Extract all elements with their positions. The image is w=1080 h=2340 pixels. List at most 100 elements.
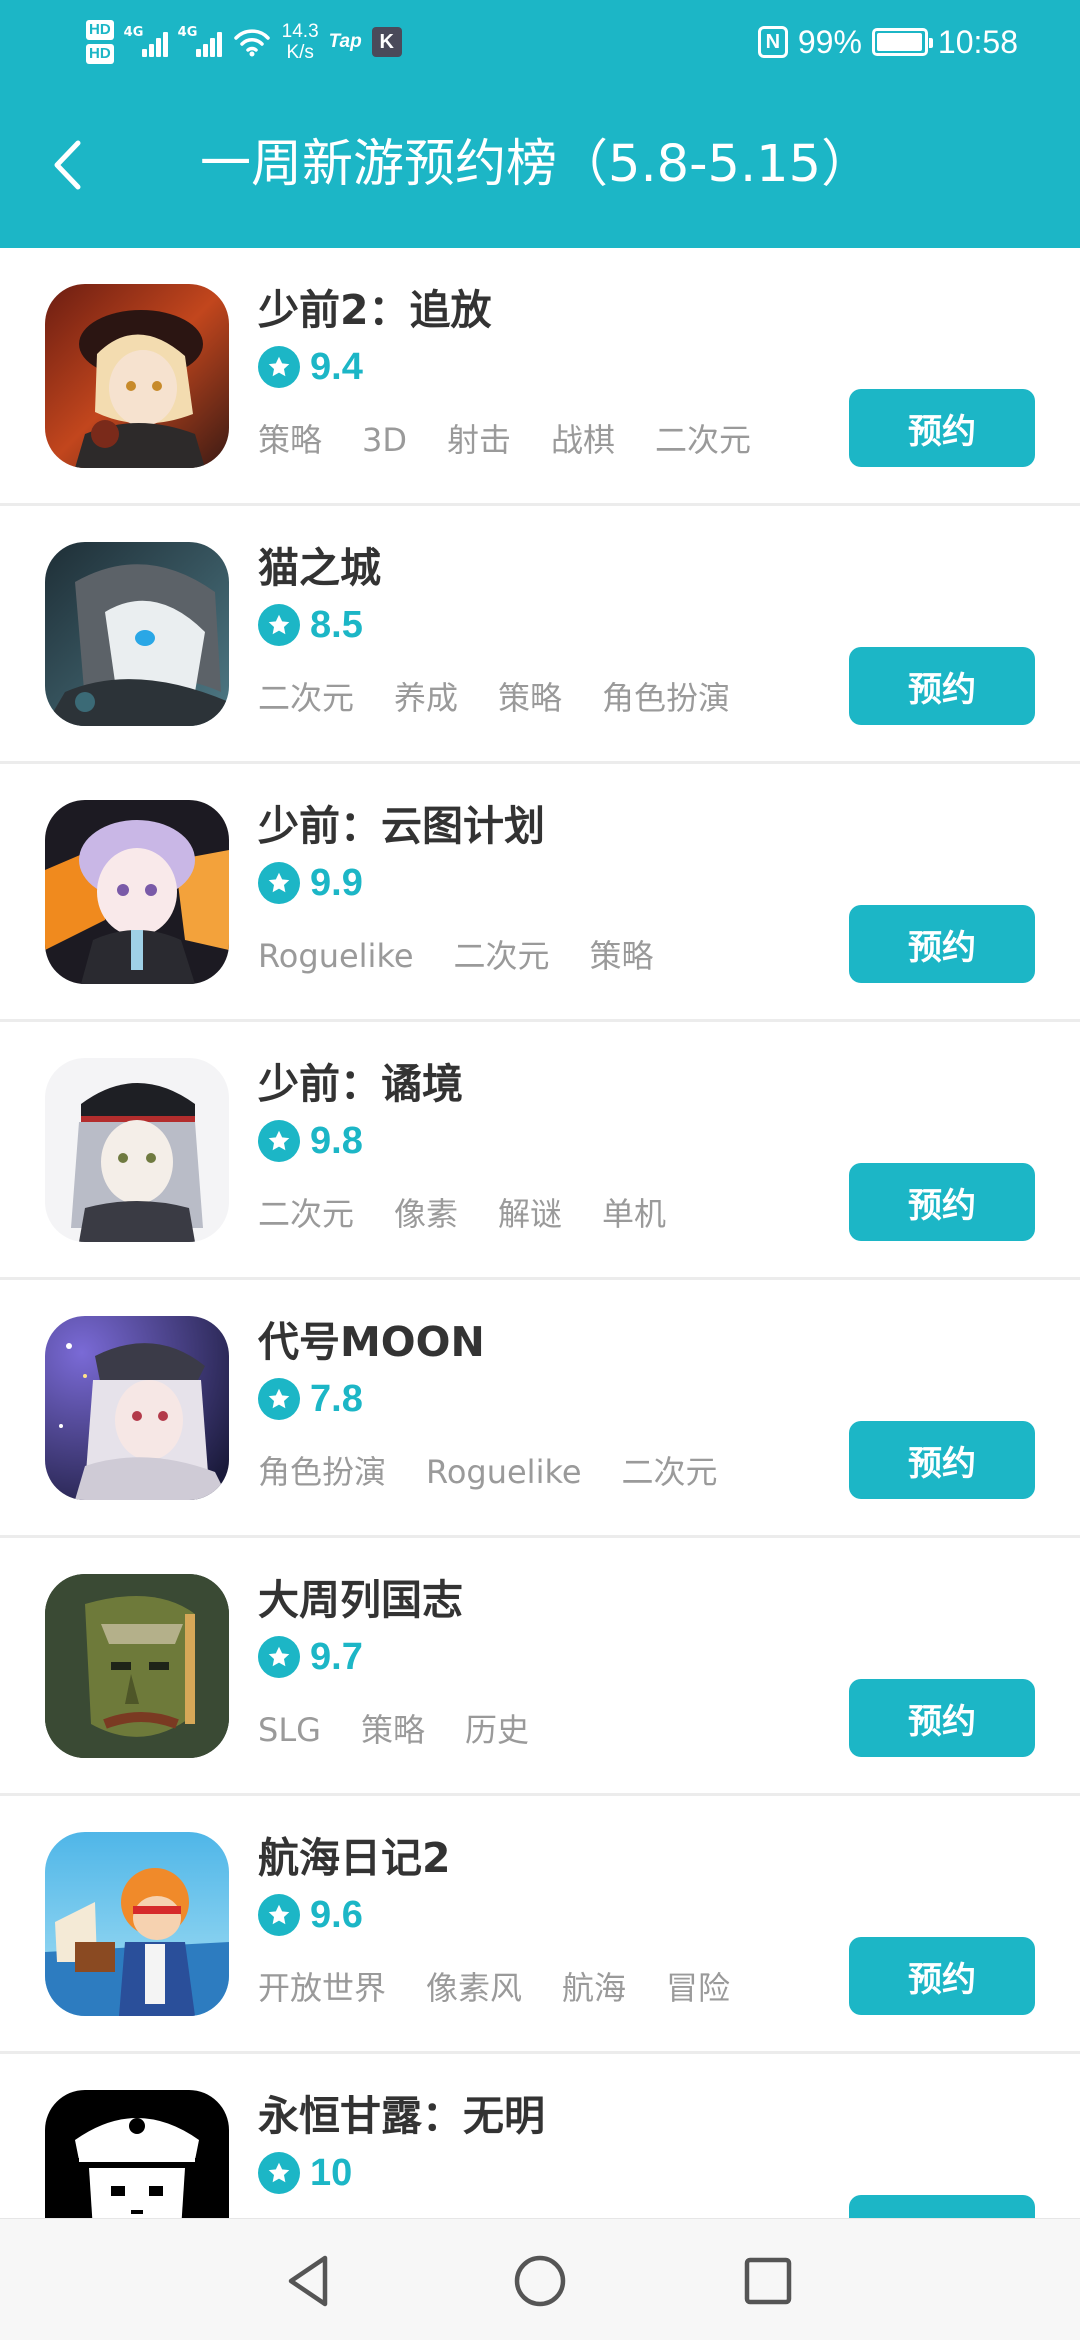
game-tags: 角色扮演 Roguelike 二次元 [258, 1450, 718, 1494]
game-name[interactable]: 少前：云图计划 [258, 798, 545, 854]
game-score: 8.5 [310, 604, 363, 646]
game-tags: SLG 策略 历史 [258, 1708, 529, 1752]
game-tag[interactable]: 像素风 [426, 1966, 522, 2010]
clock: 10:58 [937, 23, 1018, 60]
game-icon[interactable] [45, 800, 229, 984]
nav-recents-button[interactable] [736, 2249, 800, 2313]
taptap-notification-icon: Tap [328, 31, 362, 52]
game-tag[interactable]: 二次元 [258, 676, 354, 720]
game-tags: Roguelike 二次元 策略 [258, 934, 654, 978]
game-artwork-image [45, 542, 229, 726]
game-tags: 开放世界 像素风 航海 冒险 [258, 1966, 730, 2010]
game-tag[interactable]: 二次元 [622, 1450, 718, 1494]
star-icon [258, 346, 300, 388]
reserve-button[interactable]: 预约 [849, 647, 1035, 725]
game-name[interactable]: 永恒甘露：无明 [258, 2088, 545, 2144]
game-icon[interactable] [45, 1574, 229, 1758]
game-rating: 9.4 [258, 344, 363, 390]
game-name[interactable]: 代号MOON [258, 1314, 485, 1370]
game-tag[interactable]: 角色扮演 [258, 1450, 386, 1494]
game-tag[interactable]: 角色扮演 [602, 676, 730, 720]
game-tag[interactable]: 射击 [447, 418, 511, 462]
hd-badge: HD [86, 20, 114, 40]
game-tag[interactable]: Roguelike [426, 1450, 582, 1494]
game-list-item[interactable]: 少前2：追放 9.4 策略 3D 射击 战棋 二次元 预约 [0, 248, 1080, 506]
game-rating: 9.8 [258, 1118, 363, 1164]
circle-home-icon [514, 2255, 566, 2307]
game-name[interactable]: 猫之城 [258, 540, 381, 596]
game-tag[interactable]: 策略 [361, 1708, 425, 1752]
page-title: 一周新游预约榜（5.8-5.15） [200, 135, 873, 194]
nav-home-button[interactable] [508, 2249, 572, 2313]
game-tag[interactable]: 二次元 [655, 418, 751, 462]
reserve-button[interactable]: 预约 [849, 905, 1035, 983]
game-tag[interactable]: 冒险 [666, 1966, 730, 2010]
battery-percent: 99% [797, 23, 862, 60]
game-tag[interactable]: 像素 [394, 1192, 458, 1236]
back-button[interactable] [32, 122, 102, 208]
game-icon[interactable] [45, 1832, 229, 2016]
reserve-button[interactable]: 预约 [849, 1679, 1035, 1757]
game-list-item[interactable]: 大周列国志 9.7 SLG 策略 历史 预约 [0, 1538, 1080, 1796]
game-tag[interactable]: 解谜 [498, 1192, 562, 1236]
game-tag[interactable]: Roguelike [258, 934, 414, 978]
chevron-left-icon [54, 140, 81, 190]
game-list-item[interactable]: 少前：谲境 9.8 二次元 像素 解谜 单机 预约 [0, 1022, 1080, 1280]
game-tag[interactable]: 历史 [465, 1708, 529, 1752]
network-speed: 14.3 K/s [281, 21, 319, 63]
star-icon [258, 1894, 300, 1936]
game-artwork-image [45, 1316, 229, 1500]
game-list-item[interactable]: 少前：云图计划 9.9 Roguelike 二次元 策略 预约 [0, 764, 1080, 1022]
square-recents-icon [744, 2257, 792, 2305]
game-rating: 7.8 [258, 1376, 363, 1422]
game-tag[interactable]: 航海 [562, 1966, 626, 2010]
status-bar-left: HD HD 4G 4G 14.3 K/s Tap K [86, 14, 402, 70]
title-bar: 一周新游预约榜（5.8-5.15） [0, 100, 1080, 230]
game-tag[interactable]: 战棋 [551, 418, 615, 462]
game-tag[interactable]: 3D [362, 418, 407, 462]
game-icon[interactable] [45, 284, 229, 468]
reserve-button[interactable]: 预约 [849, 1421, 1035, 1499]
game-tag[interactable]: 养成 [394, 676, 458, 720]
game-score: 9.6 [310, 1894, 363, 1936]
game-name[interactable]: 大周列国志 [258, 1572, 463, 1628]
signal-icon: 4G [124, 25, 168, 57]
game-list[interactable]: 少前2：追放 9.4 策略 3D 射击 战棋 二次元 预约 猫之城 8.5 二次… [0, 248, 1080, 2312]
reserve-button[interactable]: 预约 [849, 1163, 1035, 1241]
signal-icon: 4G [178, 25, 222, 57]
game-icon[interactable] [45, 542, 229, 726]
game-name[interactable]: 少前：谲境 [258, 1056, 463, 1112]
star-icon [258, 2152, 300, 2194]
game-tag[interactable]: 二次元 [258, 1192, 354, 1236]
status-bar-right: N 99% 10:58 [757, 14, 1018, 70]
game-name[interactable]: 航海日记2 [258, 1830, 451, 1886]
star-icon [258, 604, 300, 646]
game-tag[interactable]: 策略 [258, 418, 322, 462]
game-tag[interactable]: 策略 [498, 676, 562, 720]
game-tag[interactable]: 开放世界 [258, 1966, 386, 2010]
game-icon[interactable] [45, 1058, 229, 1242]
game-artwork-image [45, 1574, 229, 1758]
game-list-item[interactable]: 代号MOON 7.8 角色扮演 Roguelike 二次元 预约 [0, 1280, 1080, 1538]
game-score: 9.8 [310, 1120, 363, 1162]
game-artwork-image [45, 1832, 229, 2016]
game-icon[interactable] [45, 1316, 229, 1500]
nav-back-button[interactable] [276, 2249, 340, 2313]
game-list-item[interactable]: 猫之城 8.5 二次元 养成 策略 角色扮演 预约 [0, 506, 1080, 764]
star-icon [258, 862, 300, 904]
game-artwork-image [45, 284, 229, 468]
game-tag[interactable]: 策略 [590, 934, 654, 978]
game-score: 9.7 [310, 1636, 363, 1678]
reserve-button[interactable]: 预约 [849, 1937, 1035, 2015]
game-tag[interactable]: SLG [258, 1708, 321, 1752]
game-tag[interactable]: 二次元 [454, 934, 550, 978]
game-rating: 10 [258, 2150, 352, 2196]
reserve-button[interactable]: 预约 [849, 389, 1035, 467]
game-artwork-image [45, 1058, 229, 1242]
game-rating: 9.9 [258, 860, 363, 906]
game-list-item[interactable]: 航海日记2 9.6 开放世界 像素风 航海 冒险 预约 [0, 1796, 1080, 2054]
game-rating: 9.6 [258, 1892, 363, 1938]
game-name[interactable]: 少前2：追放 [258, 282, 492, 338]
game-tag[interactable]: 单机 [602, 1192, 666, 1236]
system-navigation-bar [0, 2218, 1080, 2340]
